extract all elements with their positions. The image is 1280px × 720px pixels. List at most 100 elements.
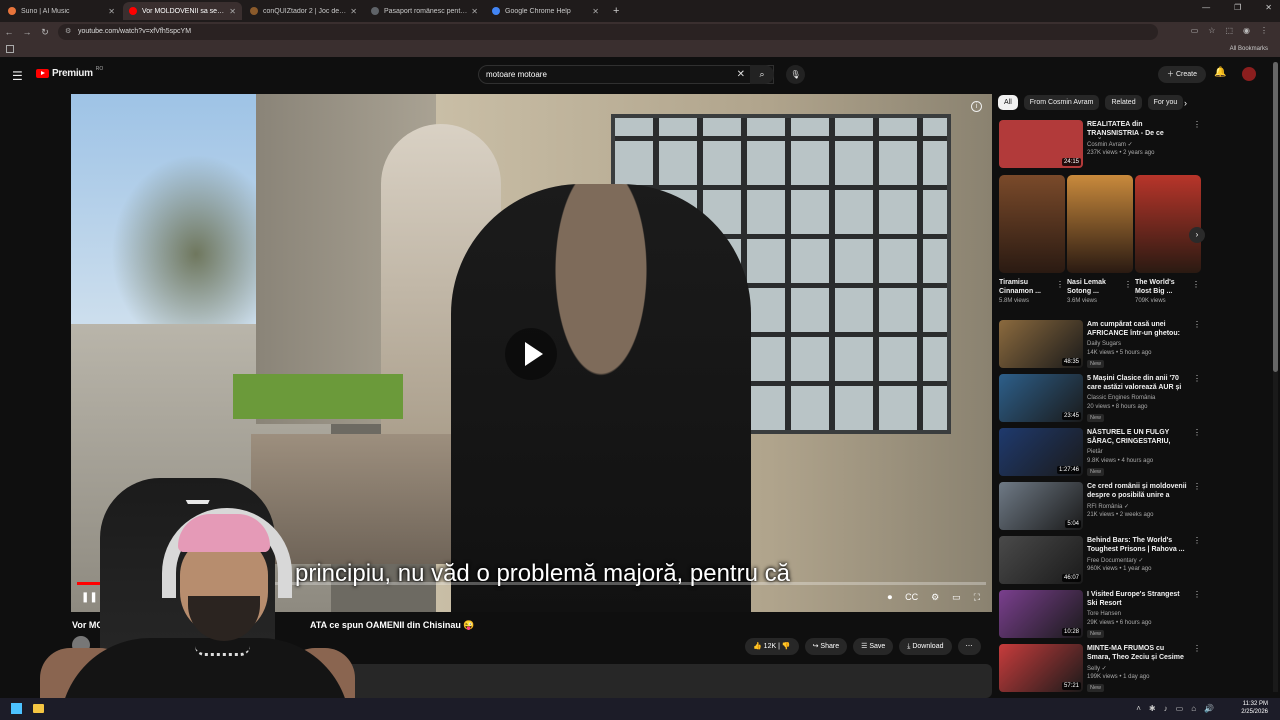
notifications-bell-icon[interactable]: 🔔 <box>1214 67 1226 78</box>
captions-icon[interactable]: CC <box>905 592 918 603</box>
taskbar-clock[interactable]: 11:32 PM 2/25/2026 <box>1241 700 1268 716</box>
filter-chip[interactable]: From Cosmin Avram <box>1023 95 1100 110</box>
like-button[interactable]: 👍 12K | 👎 <box>745 638 799 655</box>
tab-close-icon[interactable]: ✕ <box>108 7 115 16</box>
recommended-title: MINTE-MA FRUMOS cu Smara, Theo Zeciu și … <box>1087 645 1184 661</box>
scrollbar-thumb[interactable] <box>1273 62 1278 372</box>
windows-start-icon[interactable] <box>11 703 22 714</box>
all-bookmarks-button[interactable]: All Bookmarks <box>1230 46 1268 52</box>
network-icon[interactable]: ⌂ <box>1191 704 1196 713</box>
browser-tab[interactable]: Vor MOLDOVENII sa se UNEAS ✕ <box>123 2 242 20</box>
more-options-icon[interactable]: ⋮ <box>1124 280 1132 289</box>
site-info-icon[interactable]: ⚙ <box>65 24 71 40</box>
more-actions-button[interactable]: ⋯ <box>957 638 981 655</box>
miniplayer-icon[interactable]: ▭ <box>952 592 961 603</box>
recommended-video[interactable]: 10:28 I Visited Europe's Strangest Ski Re… <box>999 590 1209 640</box>
search-button[interactable]: ⌕ <box>750 65 774 84</box>
filter-chip[interactable]: All <box>998 95 1018 110</box>
volume-icon[interactable]: 🔊 <box>1204 704 1214 713</box>
tab-label: conQUIZtador 2 | Joc de cultura <box>263 7 346 15</box>
more-options-icon[interactable]: ⋮ <box>1193 428 1201 437</box>
create-button[interactable]: ＋ Create <box>1158 66 1206 83</box>
recommended-channel: Classic Engines România <box>1087 395 1156 401</box>
autoplay-toggle-icon[interactable]: ⏺ <box>888 592 893 603</box>
browser-tab[interactable]: Suno | AI Music ✕ <box>2 2 121 20</box>
close-window-icon[interactable]: ✕ <box>1265 3 1272 12</box>
bluetooth-icon[interactable]: ✱ <box>1149 704 1156 713</box>
more-options-icon[interactable]: ⋮ <box>1193 120 1201 129</box>
page-scrollbar[interactable] <box>1273 62 1278 692</box>
tab-favicon-icon <box>492 7 500 15</box>
back-icon[interactable]: ← <box>0 27 18 37</box>
play-button-icon[interactable] <box>505 328 557 380</box>
minimize-icon[interactable]: — <box>1202 3 1210 12</box>
info-icon[interactable]: i <box>971 101 982 112</box>
browser-tab[interactable]: conQUIZtador 2 | Joc de cultura ✕ <box>244 2 363 20</box>
settings-gear-icon[interactable]: ⚙ <box>931 592 939 603</box>
tab-label: Google Chrome Help <box>505 7 571 15</box>
shorts-next-icon[interactable]: › <box>1189 227 1205 243</box>
search-input[interactable]: motoare motoare ✕ <box>478 65 774 84</box>
display-icon[interactable]: ▭ <box>1176 704 1184 713</box>
short-item[interactable]: Tiramisu Cinnamon ... 5.8M views ⋮ <box>999 175 1065 304</box>
recommended-video[interactable]: 57:21 MINTE-MA FRUMOS cu Smara, Theo Zeci… <box>999 644 1209 694</box>
file-explorer-icon[interactable] <box>33 704 44 713</box>
clear-search-icon[interactable]: ✕ <box>737 66 745 83</box>
browser-tab[interactable]: Google Chrome Help ✕ <box>486 2 605 20</box>
recommended-video[interactable]: 24:15 REALITATEA din TRANSNISTRIA - De c… <box>999 120 1209 170</box>
clock-date: 2/25/2026 <box>1241 709 1268 715</box>
more-dots-icon: ⋯ <box>965 643 973 650</box>
tab-close-icon[interactable]: ✕ <box>229 7 236 16</box>
new-tab-button[interactable]: + <box>613 5 619 17</box>
maximize-icon[interactable]: ❐ <box>1234 3 1241 12</box>
browser-tab[interactable]: Pasaport românesc pentru mold ✕ <box>365 2 484 20</box>
account-avatar[interactable] <box>1242 67 1256 81</box>
tab-close-icon[interactable]: ✕ <box>471 7 478 16</box>
save-button[interactable]: ☰ Save <box>853 638 894 655</box>
profile-icon[interactable]: ◉ <box>1243 26 1250 35</box>
share-button[interactable]: ↪ Share <box>804 638 848 655</box>
recommended-video[interactable]: 46:07 Behind Bars: The World's Toughest P… <box>999 536 1209 586</box>
fullscreen-icon[interactable]: ⛶ <box>974 592 980 603</box>
video-thumbnail: 48:35 <box>999 320 1083 368</box>
menu-icon[interactable]: ⋮ <box>1260 26 1268 35</box>
chips-next-icon[interactable]: › <box>1184 98 1187 108</box>
forward-icon[interactable]: → <box>18 27 36 37</box>
short-item[interactable]: Nasi Lemak Sotong ... 3.6M views ⋮ <box>1067 175 1133 304</box>
more-options-icon[interactable]: ⋮ <box>1193 482 1201 491</box>
more-options-icon[interactable]: ⋮ <box>1193 590 1201 599</box>
voice-search-button[interactable]: 🎙 <box>786 65 805 84</box>
microphone-icon: 🎙 <box>790 70 801 79</box>
more-options-icon[interactable]: ⋮ <box>1193 644 1201 653</box>
short-thumbnail <box>1135 175 1201 273</box>
more-options-icon[interactable]: ⋮ <box>1193 536 1201 545</box>
duration-badge: 57:21 <box>1061 682 1081 690</box>
more-options-icon[interactable]: ⋮ <box>1192 280 1200 289</box>
cast-icon[interactable]: ▭ <box>1191 26 1199 35</box>
recommended-video[interactable]: 1:27:46 NĂSTUREL E UN FULGY SĂRAC, CRINGE… <box>999 428 1209 478</box>
recommended-video[interactable]: 5:04 Ce cred românii și moldovenii despre… <box>999 482 1209 532</box>
recommended-video[interactable]: 23:45 5 Mașini Clasice din anii '70 care … <box>999 374 1209 424</box>
download-button[interactable]: ⤓ Download <box>899 638 952 655</box>
tray-chevron-icon[interactable]: ˄ <box>1136 704 1141 713</box>
thumbs-down-icon[interactable]: 👎 <box>782 643 791 650</box>
bookmark-star-icon[interactable]: ☆ <box>1208 26 1215 35</box>
apps-icon[interactable] <box>6 45 14 53</box>
filter-chip[interactable]: For you <box>1147 95 1184 110</box>
url-field[interactable]: ⚙ youtube.com/watch?v=xfVfh5spcYM <box>58 24 1158 40</box>
filter-chip[interactable]: Related <box>1105 95 1142 110</box>
shorts-shelf: Tiramisu Cinnamon ... 5.8M views ⋮ Nasi Lem… <box>999 175 1201 315</box>
mic-tray-icon[interactable]: ♪ <box>1164 704 1168 713</box>
tab-close-icon[interactable]: ✕ <box>350 7 357 16</box>
more-options-icon[interactable]: ⋮ <box>1193 374 1201 383</box>
more-options-icon[interactable]: ⋮ <box>1056 280 1064 289</box>
hamburger-menu-icon[interactable]: ☰ <box>12 69 23 83</box>
youtube-logo[interactable]: Premium RO <box>36 66 103 79</box>
window-controls: — ❐ ✕ <box>1202 3 1272 12</box>
recommended-video[interactable]: 48:35 Am cumpărat casă unei AFRICANCE înt… <box>999 320 1209 370</box>
extensions-icon[interactable]: ⬚ <box>1225 26 1233 35</box>
tab-close-icon[interactable]: ✕ <box>592 7 599 16</box>
more-options-icon[interactable]: ⋮ <box>1193 320 1201 329</box>
reload-icon[interactable]: ↻ <box>36 27 54 38</box>
video-frame-person <box>451 184 751 612</box>
